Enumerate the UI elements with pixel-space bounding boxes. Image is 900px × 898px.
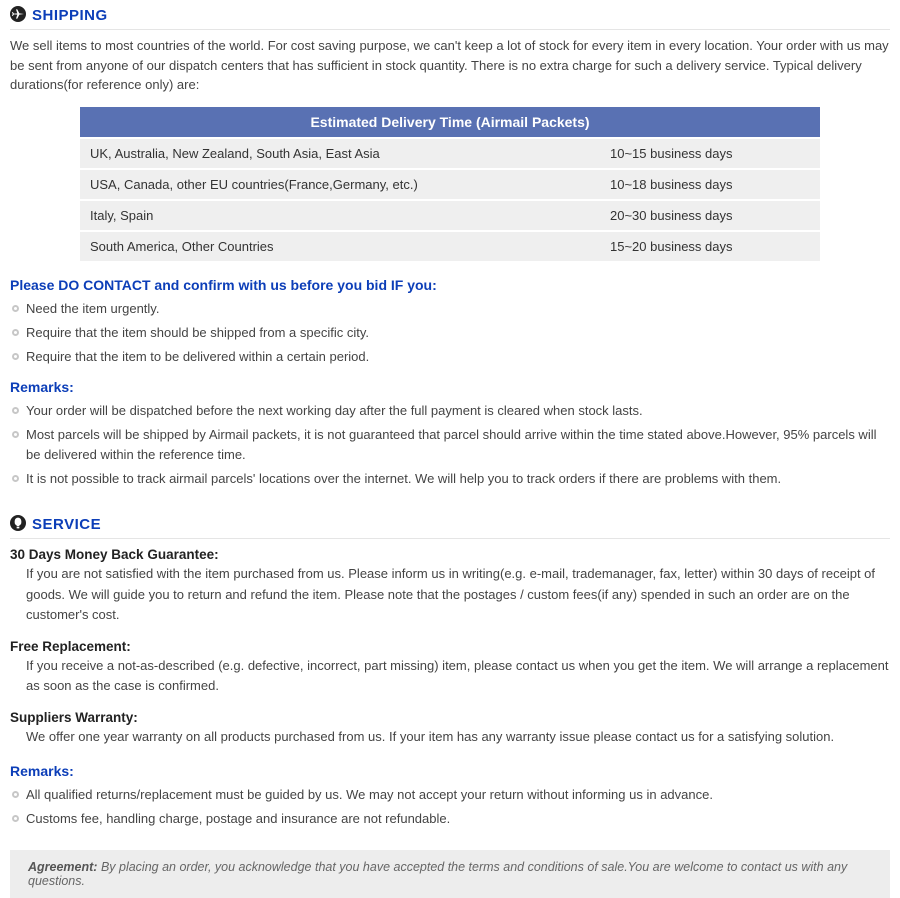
list-item: Need the item urgently.	[10, 297, 890, 321]
shipping-title: SHIPPING	[32, 7, 108, 24]
list-item: It is not possible to track airmail parc…	[10, 467, 890, 491]
agreement-text: By placing an order, you acknowledge tha…	[28, 860, 847, 888]
time-cell: 10~15 business days	[600, 139, 820, 168]
agreement-banner: Agreement: By placing an order, you ackn…	[10, 850, 890, 898]
list-item: Your order will be dispatched before the…	[10, 399, 890, 423]
table-row: USA, Canada, other EU countries(France,G…	[80, 170, 820, 199]
list-item: Require that the item to be delivered wi…	[10, 345, 890, 369]
service-header: SERVICE	[10, 509, 890, 539]
shipping-header: SHIPPING	[10, 0, 890, 30]
time-cell: 10~18 business days	[600, 170, 820, 199]
service-remarks-list: All qualified returns/replacement must b…	[10, 783, 890, 831]
delivery-table: Estimated Delivery Time (Airmail Packets…	[80, 105, 820, 263]
list-item: All qualified returns/replacement must b…	[10, 783, 890, 807]
contact-sub-head: Please DO CONTACT and confirm with us be…	[10, 277, 890, 293]
airplane-icon	[10, 6, 26, 25]
region-cell: UK, Australia, New Zealand, South Asia, …	[80, 139, 600, 168]
shipping-intro: We sell items to most countries of the w…	[10, 36, 890, 95]
table-row: Italy, Spain20~30 business days	[80, 201, 820, 230]
region-cell: USA, Canada, other EU countries(France,G…	[80, 170, 600, 199]
free-replacement-heading: Free Replacement:	[10, 639, 890, 654]
list-item: Require that the item should be shipped …	[10, 321, 890, 345]
shipping-section: SHIPPING We sell items to most countries…	[0, 0, 900, 491]
contact-list: Need the item urgently. Require that the…	[10, 297, 890, 369]
region-cell: Italy, Spain	[80, 201, 600, 230]
shipping-remarks-list: Your order will be dispatched before the…	[10, 399, 890, 492]
warranty-body: We offer one year warranty on all produc…	[10, 727, 890, 753]
money-back-body: If you are not satisfied with the item p…	[10, 564, 890, 630]
agreement-label: Agreement:	[28, 860, 97, 874]
shipping-remarks-head: Remarks:	[10, 379, 890, 395]
service-title: SERVICE	[32, 516, 101, 533]
region-cell: South America, Other Countries	[80, 232, 600, 261]
warranty-heading: Suppliers Warranty:	[10, 710, 890, 725]
delivery-table-header: Estimated Delivery Time (Airmail Packets…	[80, 107, 820, 137]
time-cell: 15~20 business days	[600, 232, 820, 261]
service-remarks-head: Remarks:	[10, 763, 890, 779]
money-back-heading: 30 Days Money Back Guarantee:	[10, 547, 890, 562]
list-item: Most parcels will be shipped by Airmail …	[10, 423, 890, 467]
table-row: UK, Australia, New Zealand, South Asia, …	[80, 139, 820, 168]
service-icon	[10, 515, 26, 534]
service-section: SERVICE 30 Days Money Back Guarantee: If…	[0, 509, 900, 831]
table-row: South America, Other Countries15~20 busi…	[80, 232, 820, 261]
time-cell: 20~30 business days	[600, 201, 820, 230]
free-replacement-body: If you receive a not-as-described (e.g. …	[10, 656, 890, 702]
list-item: Customs fee, handling charge, postage an…	[10, 807, 890, 831]
